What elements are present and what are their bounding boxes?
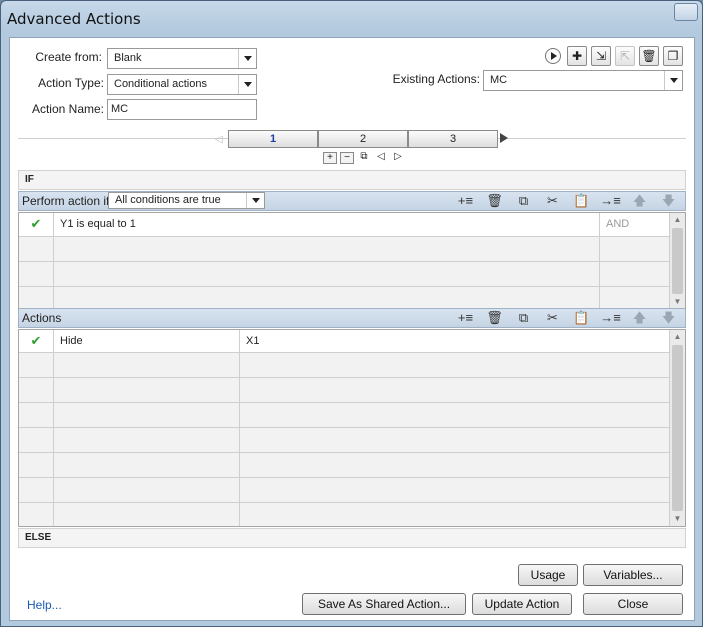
existing-actions-value: MC: [490, 74, 508, 86]
close-button[interactable]: Close: [583, 593, 683, 615]
existing-actions-dropdown[interactable]: MC: [483, 70, 683, 91]
perform-action-dropdown[interactable]: All conditions are true: [108, 192, 265, 209]
window-title: Advanced Actions: [7, 10, 141, 28]
usage-button[interactable]: Usage: [518, 564, 578, 586]
remove-tab-icon[interactable]: −: [340, 152, 354, 164]
conditions-scrollbar[interactable]: ▲ ▼: [669, 213, 685, 309]
scroll-down-icon[interactable]: ▼: [670, 295, 685, 309]
tab-1[interactable]: 1: [228, 130, 318, 148]
add-row-icon[interactable]: +≡: [451, 193, 480, 209]
condition-text[interactable]: Y1 is equal to 1: [54, 213, 600, 236]
checkmark-icon[interactable]: ✔: [19, 330, 54, 352]
action-row[interactable]: [19, 453, 670, 478]
else-section-header[interactable]: ELSE: [18, 528, 686, 548]
action-type-label: Action Type:: [38, 76, 104, 90]
conditions-grid: ✔ Y1 is equal to 1 AND ▲ ▼: [18, 212, 686, 310]
checkmark-icon[interactable]: ✔: [19, 213, 54, 236]
actions-toolbar-icons: +≡ 🗑 ⧉ ✂ 📋 →≡ 🡅 🡇: [451, 310, 683, 326]
move-down-icon[interactable]: 🡇: [654, 310, 683, 326]
minimize-button[interactable]: [674, 3, 698, 21]
scroll-thumb[interactable]: [672, 228, 683, 294]
perform-action-label: Perform action if:: [22, 194, 113, 208]
actions-label: Actions: [22, 311, 62, 325]
copy-icon[interactable]: ⧉: [509, 310, 538, 326]
scroll-up-icon[interactable]: ▲: [670, 330, 685, 344]
add-row-icon[interactable]: +≡: [451, 310, 480, 326]
copy-tab-icon[interactable]: ⧉: [357, 152, 371, 164]
tab-2[interactable]: 2: [318, 130, 408, 148]
tab-scroll-left-icon[interactable]: ◁: [215, 134, 223, 145]
add-tab-icon[interactable]: +: [323, 152, 337, 164]
action-name-input[interactable]: MC: [107, 99, 257, 120]
create-from-dropdown[interactable]: Blank: [107, 48, 257, 69]
action-type-dropdown[interactable]: Conditional actions: [107, 74, 257, 95]
actions-grid: ✔ Hide X1 ▲ ▼: [18, 329, 686, 527]
condition-row[interactable]: ✔ Y1 is equal to 1 AND: [19, 213, 670, 237]
insert-icon[interactable]: →≡: [596, 310, 625, 326]
action-name-label: Action Name:: [31, 102, 104, 116]
action-row[interactable]: [19, 503, 670, 526]
move-tab-left-icon[interactable]: ◁: [374, 152, 388, 164]
move-tab-right-icon[interactable]: ▷: [391, 152, 405, 164]
help-link[interactable]: Help...: [27, 598, 62, 612]
chevron-down-icon: [246, 193, 264, 208]
insert-icon[interactable]: →≡: [596, 193, 625, 209]
condition-row[interactable]: [19, 262, 670, 287]
action-row[interactable]: ✔ Hide X1: [19, 330, 670, 353]
update-action-button[interactable]: Update Action: [472, 593, 572, 615]
action-row[interactable]: [19, 353, 670, 378]
action-row[interactable]: [19, 403, 670, 428]
tab-tools: + − ⧉ ◁ ▷: [323, 152, 405, 164]
action-target-cell[interactable]: X1: [240, 330, 670, 352]
scroll-up-icon[interactable]: ▲: [670, 213, 685, 227]
actions-toolbar: Actions +≡ 🗑 ⧉ ✂ 📋 →≡ 🡅 🡇: [18, 308, 686, 328]
tab-3[interactable]: 3: [408, 130, 498, 148]
move-up-icon[interactable]: 🡅: [625, 193, 654, 209]
trash-icon[interactable]: 🗑: [639, 46, 659, 66]
duplicate-icon[interactable]: ❐: [663, 46, 683, 66]
action-row[interactable]: [19, 428, 670, 453]
delete-icon[interactable]: 🗑: [480, 193, 509, 209]
move-down-icon[interactable]: 🡇: [654, 193, 683, 209]
export-icon[interactable]: ⇱: [615, 46, 635, 66]
perform-action-value: All conditions are true: [115, 194, 221, 206]
paste-icon[interactable]: 📋: [567, 193, 596, 209]
advanced-actions-window: Advanced Actions Create from: Blank Acti…: [0, 0, 703, 627]
tab-scroll-right-icon[interactable]: [500, 133, 508, 143]
chevron-down-icon: [664, 71, 682, 90]
create-from-label: Create from:: [35, 50, 102, 64]
action-row[interactable]: [19, 478, 670, 503]
create-from-value: Blank: [114, 52, 142, 64]
delete-icon[interactable]: 🗑: [480, 310, 509, 326]
copy-icon[interactable]: ⧉: [509, 193, 538, 209]
preview-play-icon[interactable]: [545, 48, 561, 64]
import-icon[interactable]: ⇲: [591, 46, 611, 66]
dialog-body: Create from: Blank Action Type: Conditio…: [9, 37, 695, 621]
condition-row[interactable]: [19, 237, 670, 262]
variables-button[interactable]: Variables...: [583, 564, 683, 586]
paste-icon[interactable]: 📋: [567, 310, 596, 326]
if-section-header: IF: [18, 170, 686, 190]
new-action-icon[interactable]: ✚: [567, 46, 587, 66]
action-name-cell[interactable]: Hide: [54, 330, 240, 352]
condition-operator[interactable]: AND: [600, 213, 670, 236]
action-row[interactable]: [19, 378, 670, 403]
title-bar: Advanced Actions: [1, 1, 702, 35]
if-toolbar-icons: +≡ 🗑 ⧉ ✂ 📋 →≡ 🡅 🡇: [451, 193, 683, 209]
cut-icon[interactable]: ✂: [538, 193, 567, 209]
cut-icon[interactable]: ✂: [538, 310, 567, 326]
actions-scrollbar[interactable]: ▲ ▼: [669, 330, 685, 526]
save-as-shared-action-button[interactable]: Save As Shared Action...: [302, 593, 466, 615]
condition-row[interactable]: [19, 287, 670, 309]
chevron-down-icon: [238, 75, 256, 94]
scroll-down-icon[interactable]: ▼: [670, 512, 685, 526]
move-up-icon[interactable]: 🡅: [625, 310, 654, 326]
action-type-value: Conditional actions: [114, 78, 207, 90]
window-controls: [672, 3, 698, 21]
if-toolbar: Perform action if: All conditions are tr…: [18, 191, 686, 211]
scroll-thumb[interactable]: [672, 345, 683, 511]
existing-actions-label: Existing Actions:: [392, 72, 480, 86]
chevron-down-icon: [238, 49, 256, 68]
